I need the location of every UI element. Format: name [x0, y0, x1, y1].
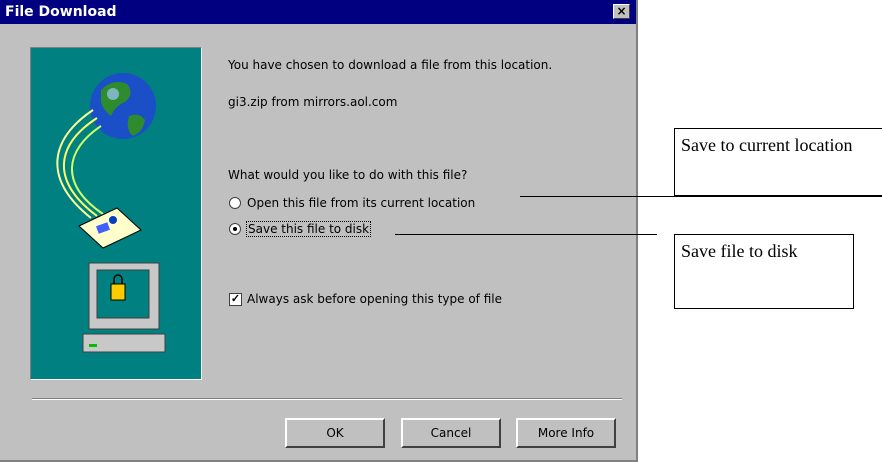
more-info-button-label: More Info: [537, 426, 595, 440]
ok-button[interactable]: OK: [285, 418, 385, 448]
always-ask-label[interactable]: Always ask before opening this type of f…: [247, 292, 502, 306]
cancel-button[interactable]: Cancel: [401, 418, 501, 448]
save-option-label[interactable]: Save this file to disk: [245, 221, 372, 237]
download-message: You have chosen to download a file from …: [228, 58, 553, 72]
always-ask-checkbox[interactable]: ✓: [229, 293, 242, 306]
save-option-radio[interactable]: [229, 223, 241, 235]
callout-line-save-disk: [395, 234, 657, 235]
callout-line-current-location: [520, 196, 882, 197]
dialog-title: File Download: [5, 4, 117, 20]
ok-button-label: OK: [326, 426, 344, 440]
separator: [32, 398, 622, 400]
close-icon: ×: [616, 4, 627, 18]
download-illustration: [30, 47, 202, 380]
callout-save-location: Save to current location: [674, 128, 882, 196]
file-download-dialog: File Download × You have chosen to downl…: [0, 0, 638, 462]
cancel-button-label: Cancel: [430, 426, 472, 440]
callout-save-disk-text: Save file to disk: [681, 241, 798, 261]
open-option-radio[interactable]: [229, 197, 241, 209]
file-source: gi3.zip from mirrors.aol.com: [228, 95, 398, 109]
more-info-button[interactable]: More Info: [516, 418, 616, 448]
open-option-label[interactable]: Open this file from its current location: [247, 196, 475, 210]
question-text: What would you like to do with this file…: [228, 168, 468, 182]
document-icon: [78, 207, 142, 249]
close-button[interactable]: ×: [613, 4, 630, 19]
title-bar: File Download ×: [0, 0, 636, 24]
callout-save-disk: Save file to disk: [674, 234, 854, 309]
callout-save-location-text: Save to current location: [681, 135, 853, 155]
